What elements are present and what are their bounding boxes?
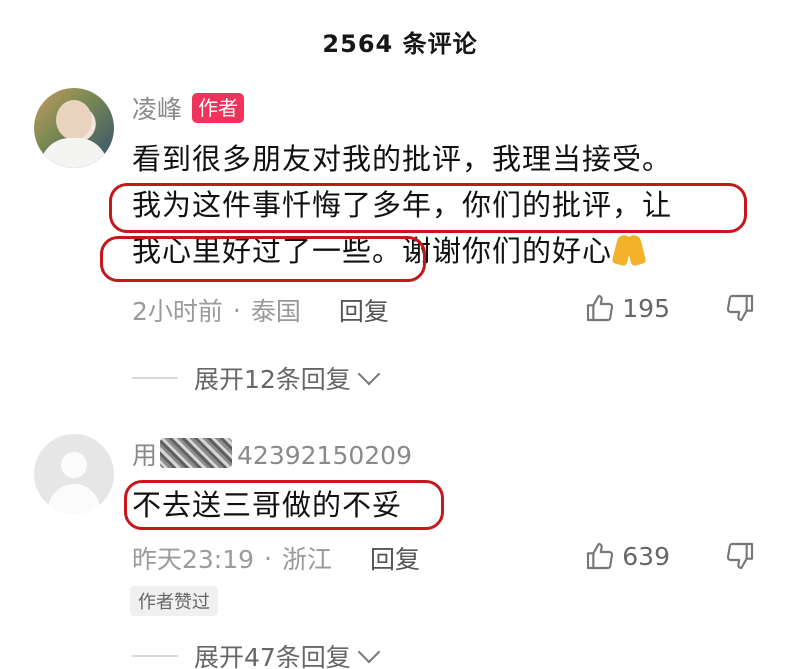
username-redaction bbox=[160, 438, 232, 468]
reply-button[interactable]: 回复 bbox=[339, 292, 389, 328]
thumbs-up-icon bbox=[587, 294, 614, 322]
chevron-down-icon bbox=[357, 362, 381, 386]
expand-replies[interactable]: 展开47条回复 bbox=[132, 638, 381, 669]
avatar[interactable] bbox=[34, 88, 114, 168]
like-button[interactable]: 639 bbox=[584, 540, 670, 572]
comment-time: 昨天23:19 bbox=[132, 545, 255, 574]
folded-hands-icon bbox=[612, 233, 646, 267]
comment-line: 我为这件事忏悔了多年，你们的批评，让 bbox=[132, 188, 673, 222]
expand-replies-label: 展开12条回复 bbox=[194, 365, 351, 394]
avatar[interactable] bbox=[34, 434, 114, 514]
dislike-button[interactable] bbox=[724, 540, 756, 576]
expand-replies-label: 展开47条回复 bbox=[194, 643, 351, 669]
reply-button[interactable]: 回复 bbox=[370, 540, 420, 576]
comment-location: 泰国 bbox=[250, 297, 301, 326]
comment-line: 看到很多朋友对我的批评，我理当接受。 bbox=[132, 142, 673, 176]
comment-text: 看到很多朋友对我的批评，我理当接受。 我为这件事忏悔了多年，你们的批评，让 我心… bbox=[132, 136, 752, 274]
expand-replies[interactable]: 展开12条回复 bbox=[132, 360, 381, 396]
thumbs-up-icon bbox=[587, 542, 614, 570]
comment-item: 凌峰 作者 看到很多朋友对我的批评，我理当接受。 我为这件事忏悔了多年，你们的批… bbox=[0, 82, 800, 394]
comment-location: 浙江 bbox=[282, 545, 333, 574]
like-button[interactable]: 195 bbox=[584, 292, 670, 324]
comment-time: 2小时前 bbox=[132, 297, 223, 326]
author-liked-tag: 作者赞过 bbox=[130, 586, 218, 616]
like-count: 195 bbox=[622, 293, 670, 323]
thumbs-down-icon bbox=[726, 294, 754, 322]
chevron-down-icon bbox=[357, 640, 381, 664]
author-badge: 作者 bbox=[192, 93, 245, 123]
username[interactable]: 凌峰 bbox=[132, 90, 182, 126]
dislike-button[interactable] bbox=[724, 292, 756, 328]
comment-item: 用 42392150209 不去送三哥做的不妥 昨天23:19 · 浙江 回复 6… bbox=[0, 428, 800, 669]
like-count: 639 bbox=[622, 541, 670, 571]
comment-line: 我心里好过了一些。谢谢你们的好心 bbox=[132, 234, 613, 268]
comment-text: 不去送三哥做的不妥 bbox=[132, 488, 403, 522]
comments-count-title: 2564 条评论 bbox=[322, 30, 478, 58]
thumbs-down-icon bbox=[726, 542, 754, 570]
